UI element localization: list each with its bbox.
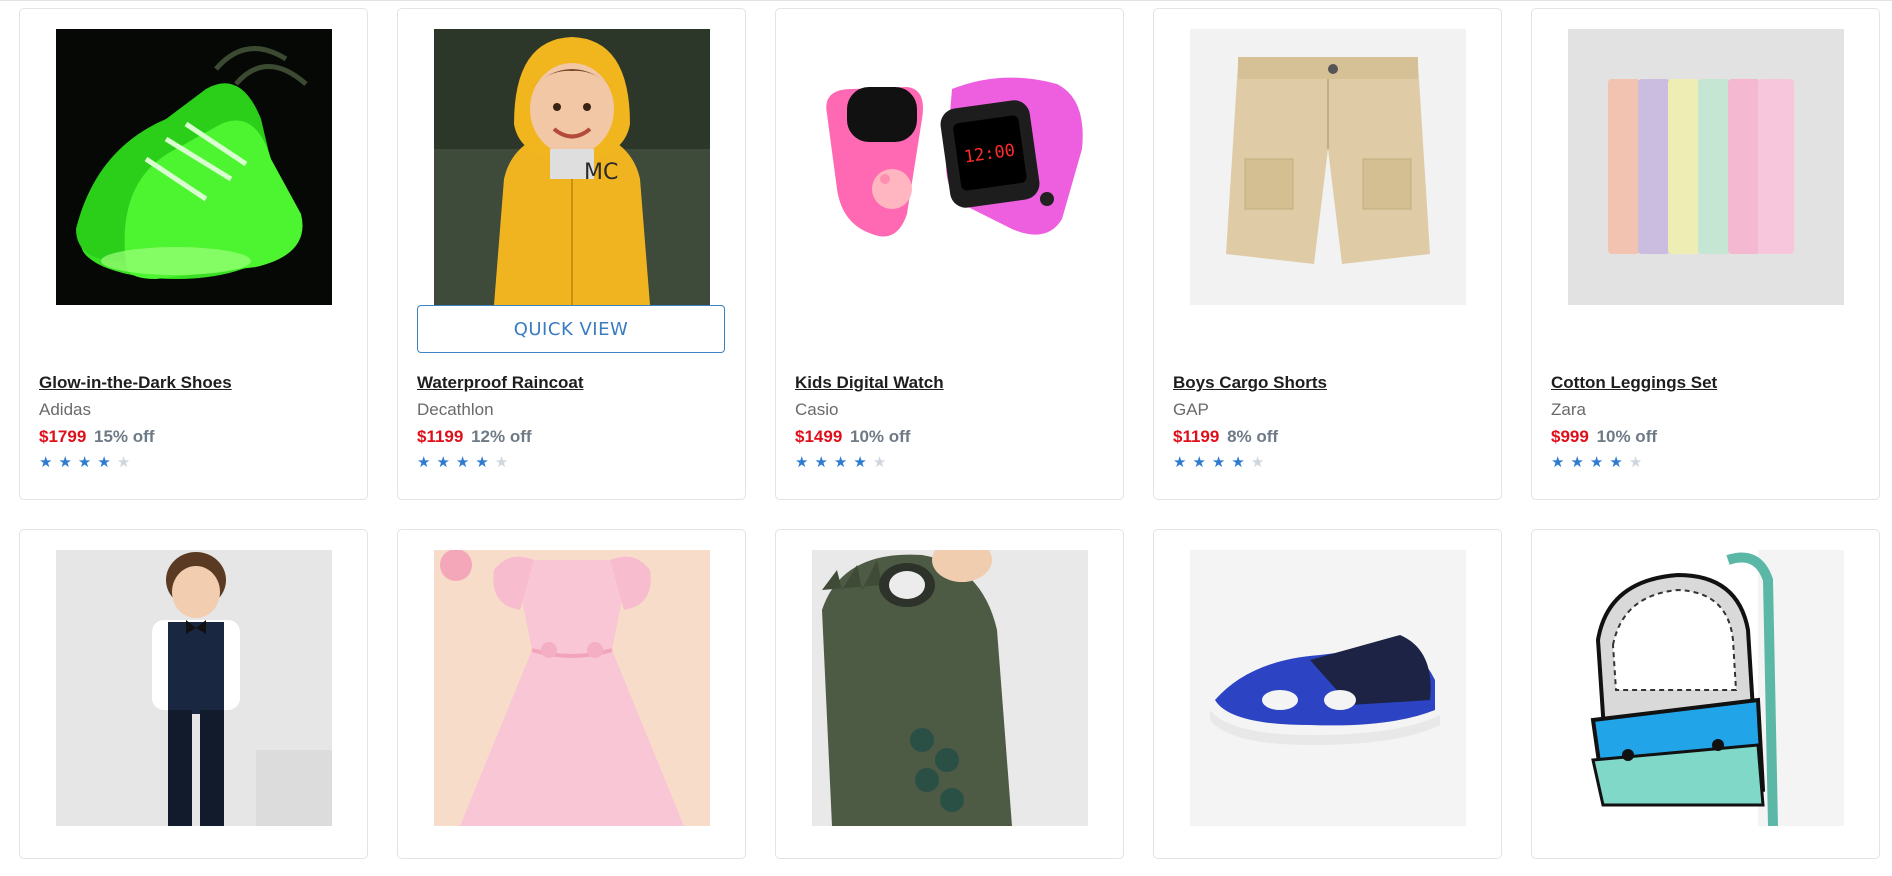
sandal-image[interactable] xyxy=(1190,550,1466,826)
star-icon: ★ xyxy=(1609,453,1629,471)
rating-stars: ★★★★★ xyxy=(1551,453,1869,471)
leggings-set-image[interactable] xyxy=(1568,29,1844,305)
product-discount: 10% off xyxy=(1596,427,1658,446)
svg-text:MC: MC xyxy=(584,160,618,185)
digital-watch-image[interactable]: 12:00 xyxy=(812,29,1088,305)
product-info: Cotton Leggings Set Zara $999 10% off ★★… xyxy=(1551,372,1869,471)
product-brand: Casio xyxy=(795,400,839,419)
product-name-link[interactable]: Cotton Leggings Set xyxy=(1551,372,1869,394)
product-info: Boys Cargo Shorts GAP $1199 8% off ★★★★★ xyxy=(1173,372,1491,471)
product-name-link[interactable]: Kids Digital Watch xyxy=(795,372,1113,394)
price-line: $1199 8% off xyxy=(1173,426,1491,448)
product-card[interactable] xyxy=(775,529,1124,859)
dino-hoodie-image[interactable] xyxy=(812,550,1088,826)
star-icon: ★ xyxy=(58,453,78,471)
product-brand: Adidas xyxy=(39,400,91,419)
product-card[interactable]: Cotton Leggings Set Zara $999 10% off ★★… xyxy=(1531,8,1880,500)
product-card[interactable]: Glow-in-the-Dark Shoes Adidas $1799 15% … xyxy=(19,8,368,500)
star-icon: ★ xyxy=(1192,453,1212,471)
backpack-image[interactable] xyxy=(1568,550,1844,826)
star-empty-icon: ★ xyxy=(872,453,893,471)
price-line: $1799 15% off xyxy=(39,426,357,448)
product-brand: Zara xyxy=(1551,400,1586,419)
rating-stars: ★★★★★ xyxy=(417,453,735,471)
rating-stars: ★★★★★ xyxy=(39,453,357,471)
star-icon: ★ xyxy=(1211,453,1232,471)
glow-shoes-image[interactable] xyxy=(56,29,332,305)
top-divider xyxy=(0,0,1892,1)
product-price: $1199 xyxy=(417,427,464,446)
star-icon: ★ xyxy=(1589,453,1610,471)
star-icon: ★ xyxy=(1173,453,1193,471)
star-icon: ★ xyxy=(1570,453,1590,471)
boy-suit-image[interactable] xyxy=(56,550,332,826)
rating-stars: ★★★★★ xyxy=(795,453,1113,471)
product-info: Kids Digital Watch Casio $1499 10% off ★… xyxy=(795,372,1113,471)
product-price: $1799 xyxy=(39,427,87,446)
star-icon: ★ xyxy=(795,453,815,471)
star-icon: ★ xyxy=(1231,453,1251,471)
quick-view-button[interactable]: QUICK VIEW xyxy=(417,305,725,353)
product-discount: 15% off xyxy=(94,427,155,446)
product-brand: Decathlon xyxy=(417,400,494,419)
product-card[interactable] xyxy=(1153,529,1502,859)
star-icon: ★ xyxy=(436,453,456,471)
raincoat-image[interactable]: MC xyxy=(434,29,710,305)
product-price: $1199 xyxy=(1173,427,1220,446)
star-icon: ★ xyxy=(77,453,98,471)
price-line: $1499 10% off xyxy=(795,426,1113,448)
product-card[interactable]: MC QUICK VIEW Waterproof Raincoat Decath… xyxy=(397,8,746,500)
star-icon: ★ xyxy=(455,453,476,471)
product-discount: 10% off xyxy=(850,427,911,446)
product-card[interactable]: 12:00 Kids Digital Watch Casio $1499 10%… xyxy=(775,8,1124,500)
cargo-shorts-image[interactable] xyxy=(1190,29,1466,305)
pink-dress-image[interactable] xyxy=(434,550,710,826)
star-icon: ★ xyxy=(475,453,495,471)
star-empty-icon: ★ xyxy=(1628,453,1649,471)
product-info: Waterproof Raincoat Decathlon $1199 12% … xyxy=(417,372,735,471)
star-icon: ★ xyxy=(39,453,59,471)
star-icon: ★ xyxy=(1551,453,1571,471)
product-price: $999 xyxy=(1551,427,1589,446)
star-icon: ★ xyxy=(97,453,117,471)
price-line: $999 10% off xyxy=(1551,426,1869,448)
star-icon: ★ xyxy=(814,453,834,471)
product-brand: GAP xyxy=(1173,400,1209,419)
product-grid: Glow-in-the-Dark Shoes Adidas $1799 15% … xyxy=(19,8,1880,859)
product-name-link[interactable]: Glow-in-the-Dark Shoes xyxy=(39,372,357,394)
product-discount: 8% off xyxy=(1227,427,1279,446)
product-name-link[interactable]: Boys Cargo Shorts xyxy=(1173,372,1491,394)
product-price: $1499 xyxy=(795,427,843,446)
star-empty-icon: ★ xyxy=(116,453,137,471)
rating-stars: ★★★★★ xyxy=(1173,453,1491,471)
star-icon: ★ xyxy=(853,453,873,471)
star-icon: ★ xyxy=(417,453,437,471)
star-empty-icon: ★ xyxy=(1250,453,1271,471)
product-discount: 12% off xyxy=(471,427,532,446)
star-icon: ★ xyxy=(833,453,854,471)
product-card[interactable] xyxy=(19,529,368,859)
star-empty-icon: ★ xyxy=(494,453,515,471)
price-line: $1199 12% off xyxy=(417,426,735,448)
product-card[interactable] xyxy=(1531,529,1880,859)
product-card[interactable]: Boys Cargo Shorts GAP $1199 8% off ★★★★★ xyxy=(1153,8,1502,500)
product-info: Glow-in-the-Dark Shoes Adidas $1799 15% … xyxy=(39,372,357,471)
product-name-link[interactable]: Waterproof Raincoat xyxy=(417,372,735,394)
product-card[interactable] xyxy=(397,529,746,859)
